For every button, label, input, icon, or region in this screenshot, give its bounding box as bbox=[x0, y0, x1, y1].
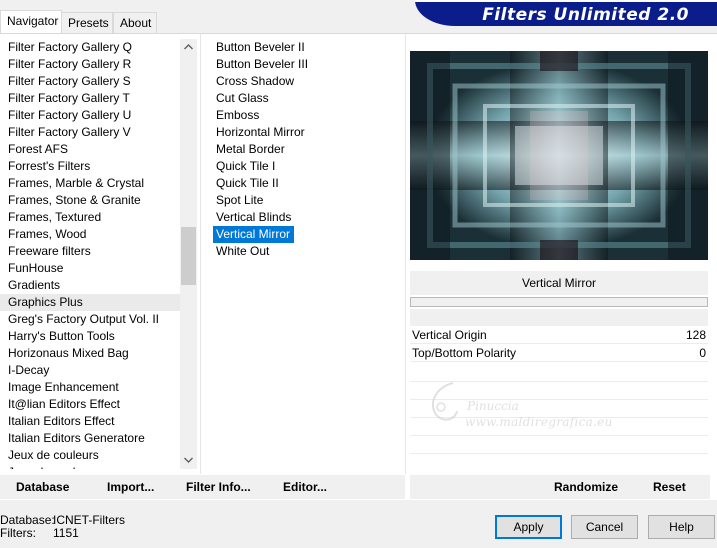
title-banner: Filters Unlimited 2.0 bbox=[415, 0, 717, 26]
category-item[interactable]: It@lian Editors Effect bbox=[0, 396, 180, 413]
cancel-button[interactable]: Cancel bbox=[571, 515, 638, 539]
param-name: Top/Bottom Polarity bbox=[412, 346, 517, 360]
filter-list[interactable]: Button Beveler II Button Beveler III Cross… bbox=[213, 39, 403, 260]
filter-item[interactable]: Metal Border bbox=[213, 141, 289, 158]
editor-button[interactable]: Editor... bbox=[283, 475, 327, 499]
filter-item[interactable]: Vertical Mirror bbox=[213, 226, 295, 243]
watermark-logo: Pinuccia www.maldiregrafica.eu bbox=[425, 379, 625, 439]
category-item[interactable]: Forest AFS bbox=[0, 141, 180, 158]
randomize-button[interactable]: Randomize bbox=[554, 475, 618, 499]
category-item[interactable]: Freeware filters bbox=[0, 243, 180, 260]
chevron-down-icon[interactable] bbox=[180, 452, 197, 469]
filter-item[interactable]: Horizontal Mirror bbox=[213, 124, 309, 141]
category-item[interactable]: Graphics Plus bbox=[0, 294, 180, 311]
param-divider bbox=[410, 453, 708, 454]
filter-item[interactable]: White Out bbox=[213, 243, 273, 260]
category-item[interactable]: Filter Factory Gallery R bbox=[0, 56, 180, 73]
category-item[interactable]: Filter Factory Gallery S bbox=[0, 73, 180, 90]
category-item[interactable]: Filter Factory Gallery V bbox=[0, 124, 180, 141]
param-name: Vertical Origin bbox=[412, 328, 487, 342]
category-item[interactable]: Frames, Marble & Crystal bbox=[0, 175, 180, 192]
preview-image bbox=[410, 51, 708, 260]
category-item[interactable]: Italian Editors Effect bbox=[0, 413, 180, 430]
filter-item[interactable]: Cut Glass bbox=[213, 90, 273, 107]
filter-name-label: Vertical Mirror bbox=[410, 271, 708, 295]
category-item[interactable]: Harry's Button Tools bbox=[0, 328, 180, 345]
bottom-toolbar-left: Database Import... Filter Info... Editor… bbox=[0, 475, 405, 499]
import-button[interactable]: Import... bbox=[107, 475, 154, 499]
chevron-up-icon[interactable] bbox=[180, 39, 197, 56]
filters-count: 1151 bbox=[53, 526, 79, 540]
category-item[interactable]: Frames, Wood bbox=[0, 226, 180, 243]
scroll-thumb[interactable] bbox=[181, 227, 196, 285]
bottom-toolbar-right: Randomize Reset bbox=[410, 475, 710, 499]
category-item[interactable]: Filter Factory Gallery U bbox=[0, 107, 180, 124]
category-item[interactable]: FunHouse bbox=[0, 260, 180, 277]
category-item[interactable]: Italian Editors Generatore bbox=[0, 430, 180, 447]
filter-item[interactable]: Quick Tile I bbox=[213, 158, 279, 175]
filters-label: Filters: bbox=[0, 526, 36, 540]
param-row-top-bottom-polarity[interactable]: Top/Bottom Polarity 0 bbox=[410, 345, 708, 362]
column-divider bbox=[405, 34, 406, 474]
filter-item[interactable]: Button Beveler III bbox=[213, 56, 312, 73]
navigator-panel: Filter Factory Gallery Q Filter Factory G… bbox=[0, 33, 717, 500]
parameter-slider[interactable] bbox=[410, 297, 708, 307]
apply-button[interactable]: Apply bbox=[495, 515, 562, 539]
tab-about[interactable]: About bbox=[113, 12, 157, 33]
category-item[interactable]: Frames, Textured bbox=[0, 209, 180, 226]
watermark-line-1: Pinuccia bbox=[467, 399, 519, 413]
param-value[interactable]: 128 bbox=[686, 327, 706, 344]
filter-info-button[interactable]: Filter Info... bbox=[186, 475, 251, 499]
filter-item[interactable]: Cross Shadow bbox=[213, 73, 298, 90]
filter-item[interactable]: Quick Tile II bbox=[213, 175, 283, 192]
param-row-vertical-origin[interactable]: Vertical Origin 128 bbox=[410, 327, 708, 344]
category-item[interactable]: I-Decay bbox=[0, 362, 180, 379]
category-item[interactable]: Jeux de couleurs bbox=[0, 447, 180, 464]
category-item[interactable]: Filter Factory Gallery T bbox=[0, 90, 180, 107]
parameter-spacer bbox=[410, 309, 708, 326]
filter-item[interactable]: Vertical Blinds bbox=[213, 209, 295, 226]
category-item[interactable]: Image Enhancement bbox=[0, 379, 180, 396]
banner-title: Filters Unlimited 2.0 bbox=[482, 5, 689, 25]
category-item[interactable]: Filter Factory Gallery Q bbox=[0, 39, 180, 56]
help-button[interactable]: Help bbox=[648, 515, 715, 539]
reset-button[interactable]: Reset bbox=[653, 475, 686, 499]
category-item[interactable]: Forrest's Filters bbox=[0, 158, 180, 175]
tab-presets[interactable]: Presets bbox=[61, 12, 113, 33]
filter-item[interactable]: Spot Lite bbox=[213, 192, 267, 209]
category-item[interactable]: Frames, Stone & Granite bbox=[0, 192, 180, 209]
category-item[interactable]: Horizonaus Mixed Bag bbox=[0, 345, 180, 362]
category-scrollbar[interactable] bbox=[180, 39, 197, 469]
tab-navigator[interactable]: Navigator bbox=[0, 10, 62, 33]
category-item[interactable]: Gradients bbox=[0, 277, 180, 294]
param-value[interactable]: 0 bbox=[699, 345, 706, 362]
filter-item[interactable]: Emboss bbox=[213, 107, 263, 124]
filter-item[interactable]: Button Beveler II bbox=[213, 39, 309, 56]
category-item[interactable]: Jeux de couleurs bbox=[0, 464, 180, 469]
category-item[interactable]: Greg's Factory Output Vol. II bbox=[0, 311, 180, 328]
database-button[interactable]: Database bbox=[16, 475, 69, 499]
watermark-line-2: www.maldiregrafica.eu bbox=[465, 415, 613, 429]
column-divider bbox=[200, 34, 201, 474]
category-list[interactable]: Filter Factory Gallery Q Filter Factory G… bbox=[0, 39, 180, 469]
